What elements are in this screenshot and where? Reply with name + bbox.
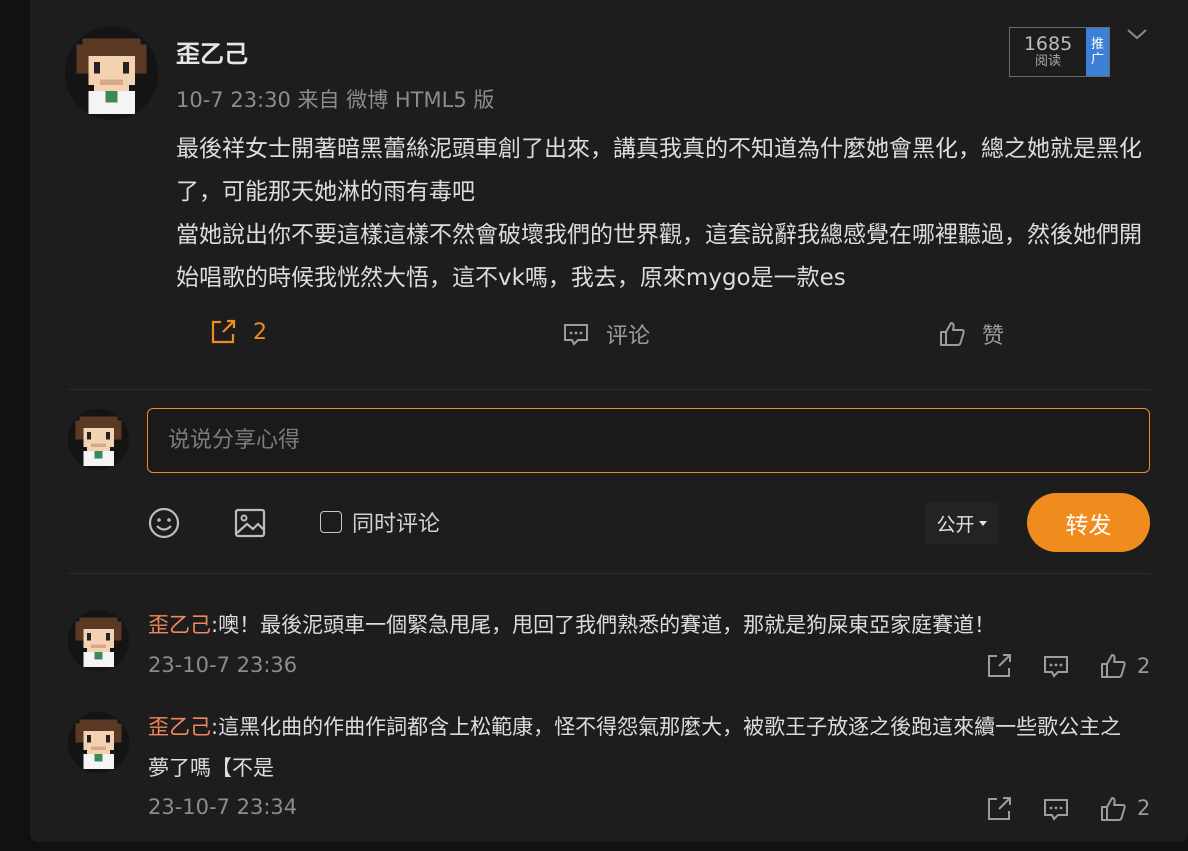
read-label: 阅读	[1034, 54, 1061, 69]
also-comment-label: 同时评论	[352, 512, 441, 537]
repost-icon	[211, 319, 236, 344]
comment-action[interactable]: 评论	[562, 318, 650, 350]
comment-icon	[564, 324, 588, 346]
repost-icon[interactable]	[985, 652, 1013, 680]
like-icon[interactable]	[1099, 652, 1127, 680]
repost-icon[interactable]	[985, 795, 1013, 823]
post-body-line-1: 最後祥女士開著暗黑蕾絲泥頭車創了出來，講真我真的不知道為什麼她會黑化，總之她就是…	[176, 136, 1142, 205]
visibility-select[interactable]: 公开	[925, 502, 998, 544]
comment-label: 评论	[606, 324, 651, 349]
divider	[68, 573, 1150, 574]
read-count-box: 1685 阅读 推 广	[1009, 27, 1110, 77]
comment-time: 23-10-7 23:36	[148, 653, 298, 677]
comment-like-count: 2	[1137, 796, 1151, 820]
post-meta: 10-7 23:30 来自 微博 HTML5 版	[176, 88, 495, 112]
promote-label-1: 推	[1090, 37, 1104, 52]
commenter-name[interactable]: 歪乙己	[148, 613, 211, 637]
comment-like-count: 2	[1137, 654, 1151, 678]
like-icon	[940, 322, 965, 346]
repost-submit-button[interactable]: 转发	[1027, 493, 1150, 552]
checkbox-box[interactable]	[320, 511, 342, 533]
comment-time: 23-10-7 23:34	[148, 795, 298, 819]
dropdown-triangle-icon	[978, 520, 987, 526]
comment-icon[interactable]	[1042, 652, 1070, 680]
composer-avatar	[68, 409, 129, 470]
like-label: 赞	[982, 324, 1005, 349]
comment-avatar[interactable]	[68, 712, 129, 773]
emoji-icon[interactable]	[147, 506, 181, 540]
like-icon[interactable]	[1099, 795, 1127, 823]
promote-label-2: 广	[1090, 52, 1104, 67]
comment-avatar[interactable]	[68, 610, 129, 671]
comment-item: 歪乙己:噢！最後泥頭車一個緊急甩尾，甩回了我們熟悉的賽道，那就是狗屎東亞家庭賽道…	[148, 605, 1138, 646]
post-body-line-2: 當她說出你不要這樣這樣不然會破壞我們的世界觀，這套說辭我總感覺在哪裡聽過，然後她…	[176, 222, 1142, 291]
author-avatar[interactable]	[65, 27, 158, 120]
promote-badge[interactable]: 推 广	[1086, 28, 1109, 76]
author-name[interactable]: 歪乙己	[176, 34, 248, 69]
like-action[interactable]: 赞	[938, 318, 1004, 350]
repost-input[interactable]	[147, 408, 1150, 473]
visibility-label: 公开	[936, 513, 975, 536]
comment-icon[interactable]	[1042, 795, 1070, 823]
repost-action[interactable]: 2	[209, 318, 267, 346]
comment-text: :這黑化曲的作曲作詞都含上松範康，怪不得怨氣那麼大，被歌王子放逐之後跑這來續一些…	[148, 715, 1122, 780]
commenter-name[interactable]: 歪乙己	[148, 715, 211, 739]
read-count: 1685	[1023, 33, 1073, 55]
repost-count: 2	[253, 319, 267, 345]
comment-text: :噢！最後泥頭車一個緊急甩尾，甩回了我們熟悉的賽道，那就是狗屎東亞家庭賽道！	[211, 613, 996, 637]
image-icon[interactable]	[233, 506, 267, 540]
post-body: 最後祥女士開著暗黑蕾絲泥頭車創了出來，講真我真的不知道為什麼她會黑化，總之她就是…	[176, 128, 1156, 300]
also-comment-checkbox[interactable]: 同时评论	[320, 506, 440, 538]
divider	[68, 389, 1150, 390]
comment-item: 歪乙己:這黑化曲的作曲作詞都含上松範康，怪不得怨氣那麼大，被歌王子放逐之後跑這來…	[148, 707, 1138, 789]
chevron-down-icon[interactable]	[1126, 26, 1148, 42]
